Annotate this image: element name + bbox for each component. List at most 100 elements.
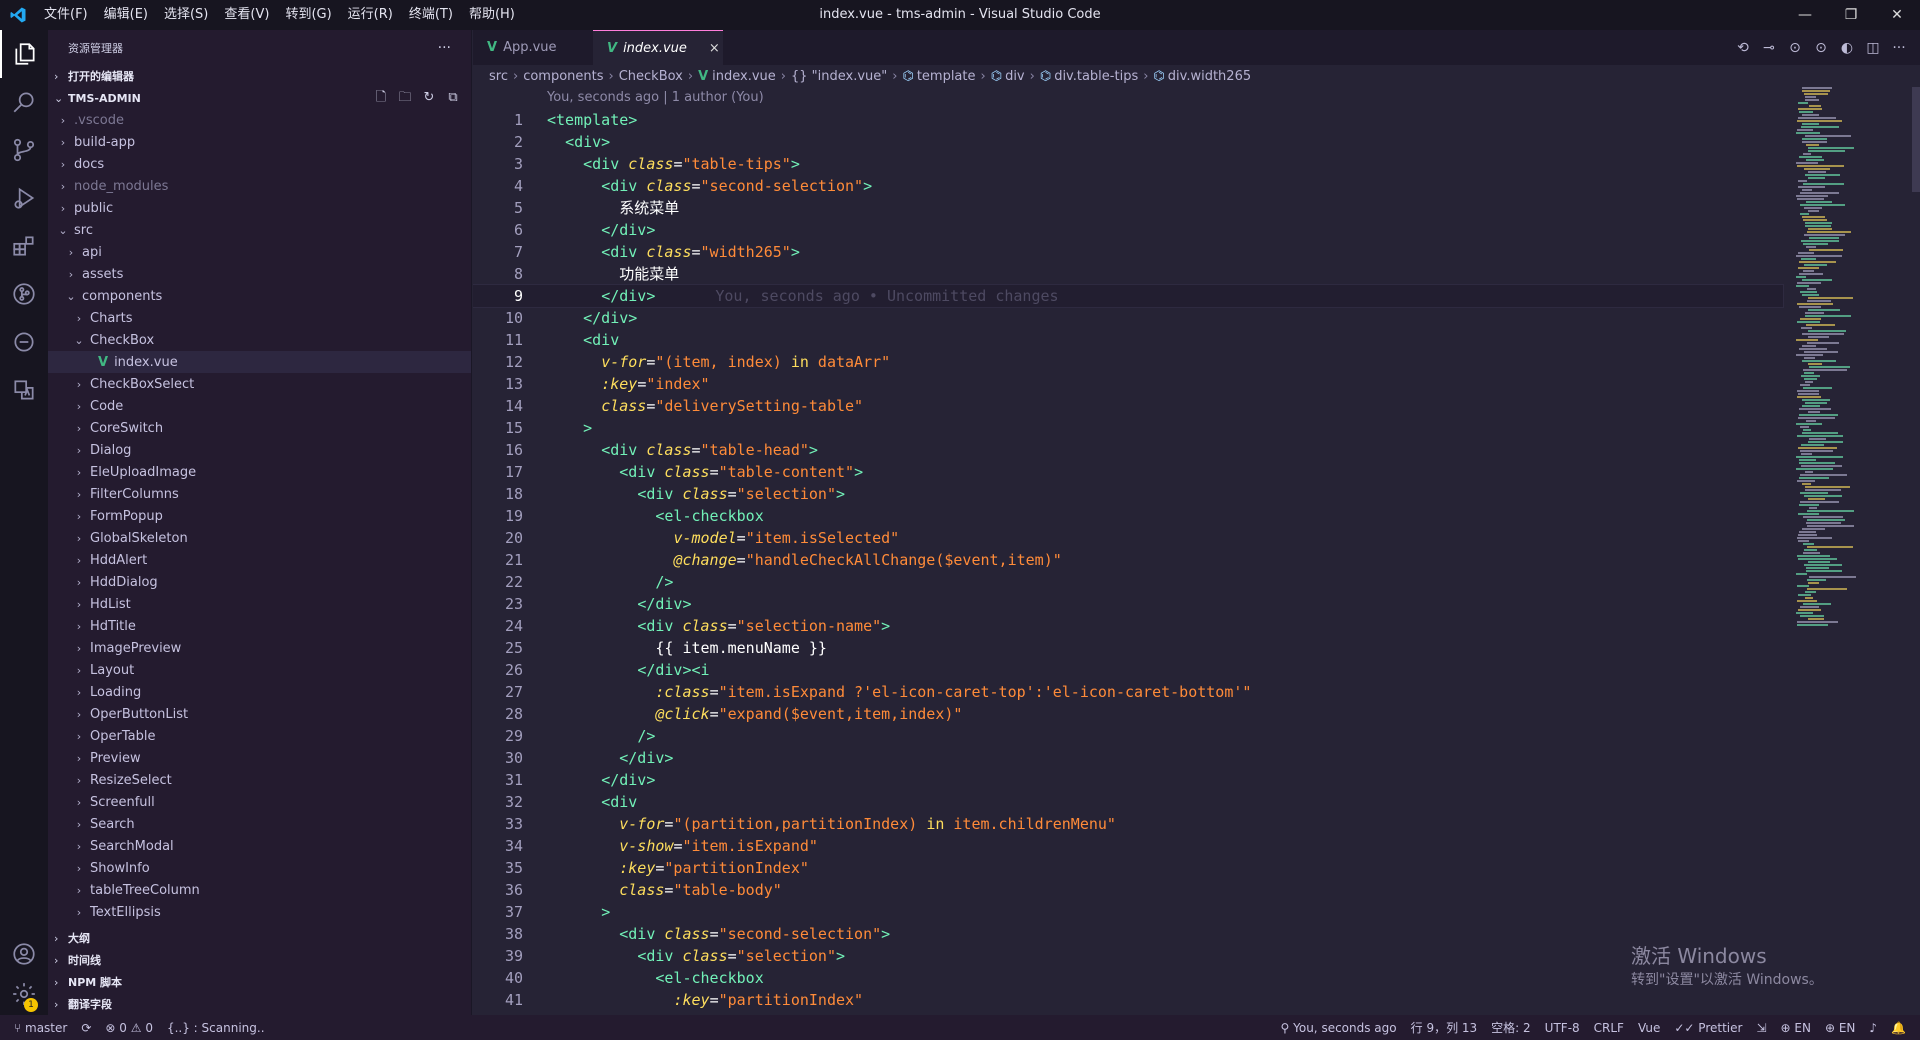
cursor-position[interactable]: 行 9，列 13 (1411, 1019, 1478, 1036)
locale-status-1[interactable]: ⊕ EN (1781, 1021, 1811, 1035)
tree-folder-item[interactable]: › docs (48, 153, 471, 175)
tree-folder-item[interactable]: › OperButtonList (48, 703, 471, 725)
search-icon[interactable] (0, 78, 48, 126)
code-area[interactable]: 1 <template> 2 <div> 3 <div class="table-ti… (473, 109, 1784, 1011)
tree-folder-item[interactable]: › Charts (48, 307, 471, 329)
code-line[interactable]: 36 class="table-body" (473, 879, 1783, 901)
code-line[interactable]: 26 </div><i (473, 659, 1783, 681)
tree-folder-item[interactable]: › assets (48, 263, 471, 285)
open-changes-icon[interactable]: ◐ (1836, 40, 1858, 56)
notifications-bell-icon[interactable]: 🔔 (1891, 1021, 1906, 1035)
previous-change-icon[interactable]: ⊙ (1784, 40, 1806, 56)
tree-folder-item[interactable]: › tableTreeColumn (48, 879, 471, 901)
code-line[interactable]: 25 {{ item.menuName }} (473, 637, 1783, 659)
tree-folder-item[interactable]: › api (48, 241, 471, 263)
code-line[interactable]: 31 </div> (473, 769, 1783, 791)
translate-icon[interactable] (0, 366, 48, 414)
menu-file[interactable]: 文件(F) (36, 0, 96, 30)
code-line[interactable]: 12 v-for="(item, index) in dataArr" (473, 351, 1783, 373)
breadcrumb-components[interactable]: components (523, 69, 603, 84)
tree-folder-item[interactable]: › SearchModal (48, 835, 471, 857)
code-line[interactable]: 40 <el-checkbox (473, 967, 1783, 989)
tree-folder-item[interactable]: › Dialog (48, 439, 471, 461)
language-mode[interactable]: Vue (1638, 1021, 1660, 1035)
more-actions-icon[interactable]: ··· (438, 40, 451, 56)
tab-app-vue[interactable]: V App.vue (473, 30, 593, 65)
indentation[interactable]: 空格: 2 (1491, 1019, 1531, 1036)
tree-folder-item[interactable]: › Loading (48, 681, 471, 703)
tree-folder-item[interactable]: › EleUploadImage (48, 461, 471, 483)
tree-folder-item[interactable]: › Preview (48, 747, 471, 769)
code-line[interactable]: 20 v-model="item.isSelected" (473, 527, 1783, 549)
feedback-icon[interactable]: ♪ (1869, 1021, 1877, 1035)
project-section[interactable]: ⌄ TMS-ADMIN 🗋 🗀 ↻ ⧉ (48, 87, 471, 109)
tree-folder-item[interactable]: › OperTable (48, 725, 471, 747)
code-line[interactable]: 1 <template> (473, 109, 1783, 131)
breadcrumb-checkbox[interactable]: CheckBox (619, 69, 683, 84)
menu-help[interactable]: 帮助(H) (461, 0, 523, 30)
prettier-status[interactable]: ✓✓ Prettier (1674, 1021, 1742, 1035)
breadcrumb-object[interactable]: {} "index.vue" (791, 69, 887, 84)
code-line[interactable]: 27 :class="item.isExpand ?'el-icon-caret… (473, 681, 1783, 703)
close-window-icon[interactable]: ✕ (1874, 0, 1920, 30)
minimap[interactable] (1792, 87, 1912, 647)
timeline-history-icon[interactable]: ⟲ (1732, 40, 1754, 56)
bottom-section[interactable]: › 时间线 (48, 949, 472, 971)
restore-icon[interactable]: ❐ (1828, 0, 1874, 30)
code-line[interactable]: 21 @change="handleCheckAllChange($event,… (473, 549, 1783, 571)
code-line[interactable]: 37 > (473, 901, 1783, 923)
code-line[interactable]: 3 <div class="table-tips"> (473, 153, 1783, 175)
code-line[interactable]: 7 <div class="width265"> (473, 241, 1783, 263)
tree-folder-item[interactable]: ⌄ CheckBox (48, 329, 471, 351)
tree-folder-item[interactable]: › public (48, 197, 471, 219)
new-folder-icon[interactable]: 🗀 (397, 90, 413, 106)
tab-index-vue[interactable]: V index.vue × (593, 30, 723, 65)
tree-folder-item[interactable]: › ResizeSelect (48, 769, 471, 791)
code-line[interactable]: 2 <div> (473, 131, 1783, 153)
tree-folder-item[interactable]: › HddAlert (48, 549, 471, 571)
tree-folder-item[interactable]: ⌄ components (48, 285, 471, 307)
source-control-icon[interactable] (0, 126, 48, 174)
code-line[interactable]: 4 <div class="second-selection"> (473, 175, 1783, 197)
menu-run[interactable]: 运行(R) (340, 0, 401, 30)
breadcrumb-src[interactable]: src (489, 69, 508, 84)
refresh-icon[interactable]: ↻ (421, 90, 437, 106)
tree-folder-item[interactable]: › build-app (48, 131, 471, 153)
bottom-section[interactable]: › NPM 脚本 (48, 971, 472, 993)
menu-go[interactable]: 转到(G) (277, 0, 339, 30)
bottom-section[interactable]: › 大纲 (48, 927, 472, 949)
close-tab-icon[interactable]: × (687, 41, 720, 56)
tree-folder-item[interactable]: › node_modules (48, 175, 471, 197)
code-line[interactable]: 16 <div class="table-head"> (473, 439, 1783, 461)
breadcrumb-div[interactable]: div (1005, 69, 1025, 84)
code-line[interactable]: 23 </div> (473, 593, 1783, 615)
breadcrumb-div-width[interactable]: div.width265 (1168, 69, 1251, 84)
open-editors-section[interactable]: › 打开的编辑器 (48, 65, 471, 87)
git-graph-icon[interactable] (0, 270, 48, 318)
problems-indicator[interactable]: ⊗ 0 ⚠ 0 (105, 1021, 153, 1035)
code-line[interactable]: 5 系统菜单 (473, 197, 1783, 219)
sync-icon[interactable]: ⟳ (81, 1021, 91, 1035)
code-line[interactable]: 29 /> (473, 725, 1783, 747)
tree-file-item[interactable]: Vindex.vue (48, 351, 471, 373)
menu-selection[interactable]: 选择(S) (156, 0, 216, 30)
settings-gear-icon[interactable]: 1 (0, 970, 48, 1018)
tree-folder-item[interactable]: › ImagePreview (48, 637, 471, 659)
split-editor-icon[interactable]: ◫ (1862, 40, 1884, 56)
code-line[interactable]: 8 功能菜单 (473, 263, 1783, 285)
code-line[interactable]: 41 :key="partitionIndex" (473, 989, 1783, 1011)
minimize-icon[interactable]: — (1782, 0, 1828, 30)
tree-folder-item[interactable]: › Code (48, 395, 471, 417)
collapse-all-icon[interactable]: ⧉ (445, 90, 461, 106)
code-line[interactable]: 10 </div> (473, 307, 1783, 329)
tree-folder-item[interactable]: › Layout (48, 659, 471, 681)
tree-folder-item[interactable]: › Search (48, 813, 471, 835)
code-line[interactable]: 30 </div> (473, 747, 1783, 769)
git-compare-icon[interactable]: ⊸ (1758, 40, 1780, 56)
code-line[interactable]: 15 > (473, 417, 1783, 439)
run-debug-icon[interactable] (0, 174, 48, 222)
explorer-icon[interactable] (0, 30, 48, 78)
tree-folder-item[interactable]: › FilterColumns (48, 483, 471, 505)
tree-folder-item[interactable]: › HddDialog (48, 571, 471, 593)
breadcrumb-div-table-tips[interactable]: div.table-tips (1054, 69, 1138, 84)
